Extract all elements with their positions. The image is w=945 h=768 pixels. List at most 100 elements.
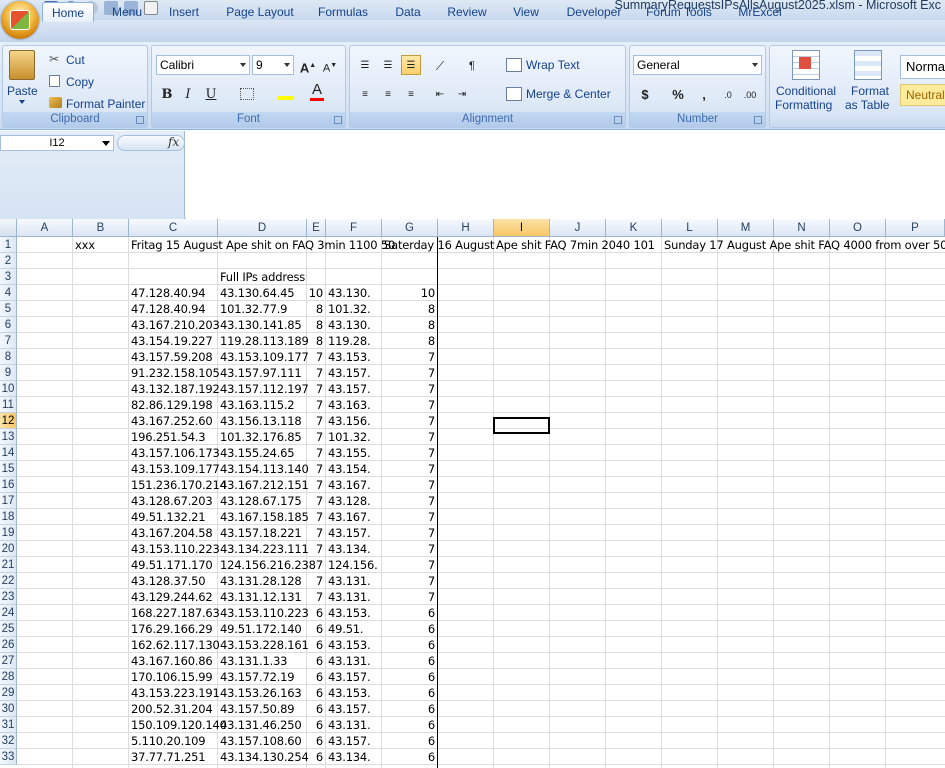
row-header-9[interactable]: 9 <box>0 365 17 381</box>
cell-l1[interactable]: Sunday 17 August Ape shit FAQ 4000 from … <box>664 237 945 253</box>
cell-e20[interactable]: 7 <box>307 541 323 557</box>
row-header-18[interactable]: 18 <box>0 509 17 525</box>
tab-mrexcel[interactable]: MrExcel <box>732 2 788 22</box>
row-header-33[interactable]: 33 <box>0 749 17 765</box>
row-header-22[interactable]: 22 <box>0 573 17 589</box>
cell-c31[interactable]: 150.109.120.140 <box>131 717 227 733</box>
column-header-j[interactable]: J <box>550 219 606 237</box>
cell-e4[interactable]: 10 <box>307 285 323 301</box>
cell-c6[interactable]: 43.167.210.203 <box>131 317 220 333</box>
format-as-table-label[interactable]: Format <box>851 84 889 98</box>
style-neutral[interactable]: Neutral <box>900 84 945 106</box>
cell-e5[interactable]: 8 <box>307 301 323 317</box>
cell-c8[interactable]: 43.157.59.208 <box>131 349 213 365</box>
formula-input[interactable] <box>186 131 945 219</box>
align-bottom-icon[interactable]: ☰ <box>401 55 421 75</box>
style-normal[interactable]: Norma <box>900 55 945 79</box>
alignment-launcher-icon[interactable] <box>614 116 622 124</box>
cell-f29[interactable]: 43.153. <box>328 685 371 701</box>
cell-e10[interactable]: 7 <box>307 381 323 397</box>
cell-d29[interactable]: 43.153.26.163 <box>220 685 302 701</box>
cell-e24[interactable]: 6 <box>307 605 323 621</box>
cell-c24[interactable]: 168.227.187.63 <box>131 605 220 621</box>
cell-c9[interactable]: 91.232.158.105 <box>131 365 220 381</box>
align-left-icon[interactable]: ≡ <box>355 84 375 104</box>
cell-e21[interactable]: 7 <box>307 557 323 573</box>
cell-f33[interactable]: 43.134. <box>328 749 371 765</box>
cell-g16[interactable]: 7 <box>382 477 435 493</box>
cell-e31[interactable]: 6 <box>307 717 323 733</box>
cell-f21[interactable]: 124.156. <box>328 557 378 573</box>
cell-d10[interactable]: 43.157.112.197 <box>220 381 309 397</box>
column-header-a[interactable]: A <box>17 219 73 237</box>
cell-c10[interactable]: 43.132.187.192 <box>131 381 220 397</box>
tab-developer[interactable]: Developer <box>560 2 628 22</box>
row-header-19[interactable]: 19 <box>0 525 17 541</box>
fill-color-icon[interactable] <box>278 86 294 100</box>
cell-g31[interactable]: 6 <box>382 717 435 733</box>
number-format-combo[interactable]: General <box>633 55 762 75</box>
cell-g20[interactable]: 7 <box>382 541 435 557</box>
tab-menu[interactable]: Menu <box>104 2 150 22</box>
cell-g22[interactable]: 7 <box>382 573 435 589</box>
column-header-i[interactable]: I <box>494 219 550 237</box>
cell-d9[interactable]: 43.157.97.111 <box>220 365 302 381</box>
row-header-3[interactable]: 3 <box>0 269 17 285</box>
row-header-26[interactable]: 26 <box>0 637 17 653</box>
cell-c14[interactable]: 43.157.106.173 <box>131 445 220 461</box>
font-name-combo[interactable]: Calibri <box>156 55 250 75</box>
cell-d6[interactable]: 43.130.141.85 <box>220 317 302 333</box>
cell-g10[interactable]: 7 <box>382 381 435 397</box>
wrap-text-button[interactable]: Wrap Text <box>526 58 580 72</box>
cell-c27[interactable]: 43.167.160.86 <box>131 653 213 669</box>
row-header-12[interactable]: 12 <box>0 413 17 429</box>
cell-c13[interactable]: 196.251.54.3 <box>131 429 206 445</box>
align-top-icon[interactable]: ☰ <box>355 55 375 75</box>
increase-indent-icon[interactable]: ⇥ <box>452 84 472 104</box>
column-header-n[interactable]: N <box>774 219 830 237</box>
name-box[interactable]: I12 <box>0 135 114 151</box>
active-cell-i12[interactable] <box>493 417 550 434</box>
row-header-27[interactable]: 27 <box>0 653 17 669</box>
cell-e16[interactable]: 7 <box>307 477 323 493</box>
tab-forum-tools[interactable]: Forum Tools <box>640 2 718 22</box>
cell-c5[interactable]: 47.128.40.94 <box>131 301 206 317</box>
cell-g19[interactable]: 7 <box>382 525 435 541</box>
paste-icon[interactable] <box>9 50 35 80</box>
underline-button[interactable]: U <box>201 84 221 104</box>
cell-c28[interactable]: 170.106.15.99 <box>131 669 213 685</box>
cell-e18[interactable]: 7 <box>307 509 323 525</box>
cell-f20[interactable]: 43.134. <box>328 541 371 557</box>
cell-c29[interactable]: 43.153.223.191 <box>131 685 220 701</box>
cell-c30[interactable]: 200.52.31.204 <box>131 701 213 717</box>
number-launcher-icon[interactable] <box>754 116 762 124</box>
tab-home[interactable]: Home <box>42 2 94 22</box>
cut-button[interactable]: Cut <box>66 53 85 67</box>
cell-d13[interactable]: 101.32.176.85 <box>220 429 302 445</box>
cell-e19[interactable]: 7 <box>307 525 323 541</box>
paste-dropdown-icon[interactable] <box>19 100 25 104</box>
cell-d11[interactable]: 43.163.115.2 <box>220 397 295 413</box>
worksheet-grid[interactable]: ABCDEFGHIJKLMNOP 1 2 3 4 5 6 7 8 9 10 11 12 13 14 15 16… <box>0 219 945 768</box>
merge-center-button[interactable]: Merge & Center <box>526 87 611 101</box>
text-direction-icon[interactable]: ¶ <box>462 55 482 75</box>
row-header-32[interactable]: 32 <box>0 733 17 749</box>
row-header-6[interactable]: 6 <box>0 317 17 333</box>
bold-button[interactable]: B <box>157 84 177 104</box>
cell-e29[interactable]: 6 <box>307 685 323 701</box>
italic-button[interactable]: I <box>178 84 198 104</box>
cell-d25[interactable]: 49.51.172.140 <box>220 621 302 637</box>
cell-d4[interactable]: 43.130.64.45 <box>220 285 295 301</box>
cell-e32[interactable]: 6 <box>307 733 323 749</box>
cell-c18[interactable]: 49.51.132.21 <box>131 509 206 525</box>
column-header-l[interactable]: L <box>662 219 718 237</box>
cell-f32[interactable]: 43.157. <box>328 733 371 749</box>
column-header-o[interactable]: O <box>830 219 886 237</box>
cell-g25[interactable]: 6 <box>382 621 435 637</box>
cell-e27[interactable]: 6 <box>307 653 323 669</box>
cell-g27[interactable]: 6 <box>382 653 435 669</box>
conditional-formatting-label[interactable]: Conditional <box>776 84 836 98</box>
cell-c1[interactable]: Fritag 15 August Ape shit on FAQ 3min 11… <box>131 237 395 253</box>
cell-e28[interactable]: 6 <box>307 669 323 685</box>
cell-c26[interactable]: 162.62.117.130 <box>131 637 220 653</box>
